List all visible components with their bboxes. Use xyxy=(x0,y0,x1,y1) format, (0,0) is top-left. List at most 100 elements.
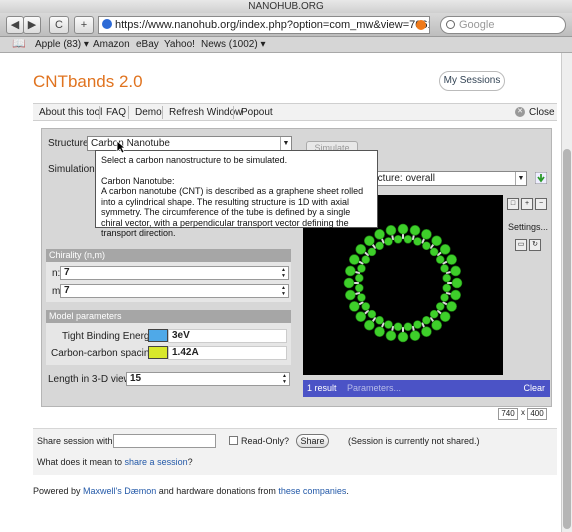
share-help-prefix: What does it mean to xyxy=(37,457,125,467)
menu-divider xyxy=(162,106,163,119)
structure-tooltip: Select a carbon nanostructure to be simu… xyxy=(95,150,378,238)
menu-faq[interactable]: FAQ xyxy=(106,104,126,121)
companies-link[interactable]: these companies xyxy=(278,486,346,496)
search-icon xyxy=(446,20,455,29)
settings-button[interactable]: Settings... xyxy=(508,222,548,232)
structure-value: Carbon Nanotube xyxy=(91,138,170,149)
search-placeholder: Google xyxy=(459,19,495,31)
tight-binding-value: 3eV xyxy=(172,330,190,341)
bookmark-news[interactable]: News (1002) ▾ xyxy=(201,37,266,52)
carbon-atom xyxy=(393,322,403,332)
reload-button[interactable]: C xyxy=(49,16,69,34)
bookmark-amazon[interactable]: Amazon xyxy=(93,37,130,52)
bookmark-ebay[interactable]: eBay xyxy=(136,37,159,52)
share-help-suffix: ? xyxy=(187,457,193,467)
book-icon[interactable]: 📖 xyxy=(12,37,26,52)
carbon-atom xyxy=(397,223,409,235)
mouse-cursor-icon xyxy=(116,140,127,154)
carbon-atom xyxy=(413,237,422,246)
close-icon[interactable]: ✕ xyxy=(515,107,525,117)
menu-about[interactable]: About this tool xyxy=(39,104,102,121)
chirality-header: Chirality (n,m) xyxy=(46,249,291,262)
carbon-atom xyxy=(435,302,445,311)
carbon-atom xyxy=(345,289,356,301)
footer-suffix: . xyxy=(346,486,349,496)
menu-popout[interactable]: Popout xyxy=(241,104,273,121)
download-icon[interactable] xyxy=(534,171,548,185)
carbon-atom xyxy=(375,241,384,251)
close-button[interactable]: Close xyxy=(529,104,555,121)
tight-binding-field[interactable]: 3eV xyxy=(168,329,287,343)
carbon-atom xyxy=(442,273,452,283)
carbon-atom xyxy=(343,277,355,289)
width-field[interactable]: 740 xyxy=(498,408,518,420)
reset-view-icon[interactable]: □ xyxy=(507,198,519,210)
page-scrollbar[interactable] xyxy=(561,53,572,532)
clear-button[interactable]: Clear xyxy=(523,380,545,397)
cc-spacing-icon[interactable] xyxy=(148,346,168,359)
carbon-atom xyxy=(421,326,432,337)
cc-spacing-field[interactable]: 1.42A xyxy=(168,346,287,360)
tight-binding-icon[interactable] xyxy=(148,329,168,342)
app-title: CNTbands 2.0 xyxy=(33,72,143,91)
stepper-arrows-icon[interactable]: ▲ ▼ xyxy=(279,267,288,279)
site-icon xyxy=(102,19,112,29)
carbon-atom xyxy=(446,254,457,265)
carbon-atom xyxy=(421,229,432,240)
carbon-atom xyxy=(440,264,449,273)
carbon-atom xyxy=(357,293,366,302)
share-input[interactable] xyxy=(113,434,216,448)
carbon-atom xyxy=(429,247,439,257)
add-bookmark-button[interactable]: + xyxy=(74,16,94,34)
my-sessions-button[interactable]: My Sessions xyxy=(439,71,505,91)
bookmark-yahoo[interactable]: Yahoo! xyxy=(164,37,195,52)
url-field[interactable]: https://www.nanohub.org/index.php?option… xyxy=(98,16,430,34)
readonly-checkbox[interactable] xyxy=(229,436,238,445)
carbon-atom xyxy=(355,244,367,255)
stepper-arrows-icon[interactable]: ▲ ▼ xyxy=(280,373,289,385)
menu-divider xyxy=(128,106,129,119)
carbon-atom xyxy=(355,311,367,322)
result-bar: 1 result Parameters... Clear xyxy=(303,380,550,397)
forward-button[interactable]: ▶ xyxy=(23,16,41,34)
zoom-in-icon[interactable]: + xyxy=(521,198,533,210)
zoom-out-icon[interactable]: − xyxy=(535,198,547,210)
cc-spacing-value: 1.42A xyxy=(172,347,199,358)
scroll-thumb[interactable] xyxy=(563,149,571,529)
height-field[interactable]: 400 xyxy=(527,408,547,420)
tooltip-heading: Carbon Nanotube: xyxy=(101,175,175,186)
menu-refresh-window[interactable]: Refresh Window xyxy=(169,104,242,121)
model-params-header: Model parameters xyxy=(46,310,291,323)
carbon-atom xyxy=(403,322,413,332)
footer-prefix: Powered by xyxy=(33,486,84,496)
carbon-atom xyxy=(442,283,452,293)
length-label: Length in 3-D view: xyxy=(48,374,134,385)
length-stepper[interactable]: 15 ▲ ▼ xyxy=(126,372,290,386)
rss-icon[interactable] xyxy=(416,20,426,30)
tool-menubar: About this tool FAQ Demo Refresh Window … xyxy=(33,103,557,121)
parameters-button[interactable]: Parameters... xyxy=(347,380,401,397)
carbon-atom xyxy=(422,315,431,325)
n-stepper[interactable]: 7 ▲ ▼ xyxy=(60,266,289,280)
carbon-atom xyxy=(403,234,413,244)
maxwell-link[interactable]: Maxwell's Dæmon xyxy=(83,486,156,496)
stepper-arrows-icon[interactable]: ▲ ▼ xyxy=(279,285,288,297)
carbon-atom xyxy=(439,311,451,322)
bookmark-apple[interactable]: Apple (83) ▾ xyxy=(35,37,89,52)
carbon-atom xyxy=(354,283,364,293)
n-value: 7 xyxy=(64,267,70,278)
share-session-link[interactable]: share a session xyxy=(125,457,188,467)
share-button[interactable]: Share xyxy=(296,434,329,448)
share-help: What does it mean to share a session? xyxy=(37,457,193,467)
carbon-atom xyxy=(375,315,384,325)
back-button[interactable]: ◀ xyxy=(6,16,24,34)
carbon-atom xyxy=(349,301,360,312)
layout-icon[interactable]: ▭ xyxy=(515,239,527,251)
carbon-atom xyxy=(413,320,422,329)
url-text: https://www.nanohub.org/index.php?option… xyxy=(115,19,429,31)
menu-demo[interactable]: Demo xyxy=(135,104,162,121)
search-input[interactable]: Google xyxy=(440,16,566,34)
rotate-icon[interactable]: ↻ xyxy=(529,239,541,251)
m-stepper[interactable]: 7 ▲ ▼ xyxy=(60,284,289,298)
result-select[interactable]: tructure: overall ▼ xyxy=(362,171,527,186)
